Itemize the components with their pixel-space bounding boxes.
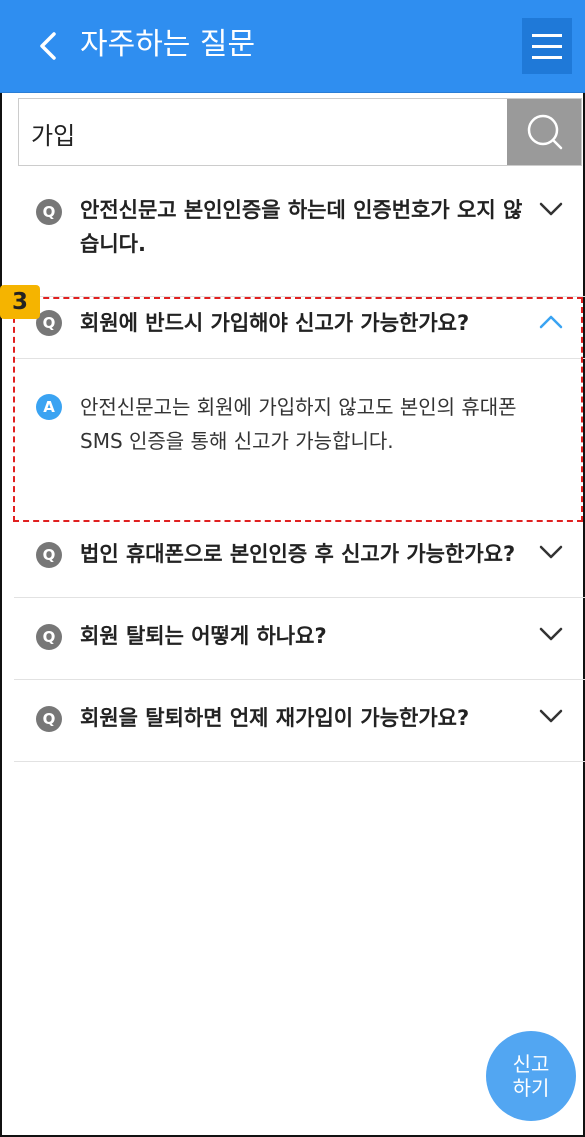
faq-item[interactable]: Q 회원을 탈퇴하면 언제 재가입이 가능한가요? — [0, 684, 585, 760]
menu-button[interactable] — [522, 18, 572, 74]
faq-item[interactable]: Q 법인 휴대폰으로 본인인증 후 신고가 가능한가요? — [0, 530, 585, 596]
app-header: 자주하는 질문 — [0, 0, 585, 93]
faq-question: 회원을 탈퇴하면 언제 재가입이 가능한가요? — [80, 706, 470, 730]
search-icon — [527, 114, 563, 150]
divider — [14, 761, 585, 762]
question-badge-icon: Q — [36, 706, 62, 732]
chevron-left-icon — [40, 32, 56, 60]
report-button[interactable]: 신고 하기 — [486, 1031, 576, 1121]
question-badge-icon: Q — [36, 199, 62, 225]
highlight-box — [13, 297, 583, 522]
step-badge: 3 — [0, 285, 40, 319]
question-badge-icon: Q — [36, 542, 62, 568]
chevron-down-icon[interactable] — [537, 538, 565, 566]
divider — [14, 597, 585, 598]
hamburger-menu-icon — [532, 34, 562, 37]
search-button[interactable] — [507, 99, 581, 165]
question-badge-icon: Q — [36, 624, 62, 650]
search-input[interactable] — [29, 107, 503, 159]
back-button[interactable] — [30, 28, 66, 64]
search-bar — [18, 98, 582, 166]
faq-item[interactable]: Q 회원 탈퇴는 어떻게 하나요? — [0, 602, 585, 678]
chevron-down-icon[interactable] — [537, 620, 565, 648]
faq-question: 법인 휴대폰으로 본인인증 후 신고가 가능한가요? — [80, 542, 516, 566]
divider — [14, 679, 585, 680]
page-title: 자주하는 질문 — [80, 27, 256, 62]
chevron-down-icon[interactable] — [537, 195, 565, 223]
faq-question: 안전신문고 본인인증을 하는데 인증번호가 오지 않습니다. — [80, 198, 523, 256]
chevron-down-icon[interactable] — [537, 702, 565, 730]
report-button-label-1: 신고 — [512, 1052, 550, 1076]
faq-question: 회원 탈퇴는 어떻게 하나요? — [80, 624, 327, 648]
report-button-label-2: 하기 — [512, 1076, 550, 1100]
faq-item[interactable]: Q 안전신문고 본인인증을 하는데 인증번호가 오지 않습니다. — [0, 185, 585, 295]
